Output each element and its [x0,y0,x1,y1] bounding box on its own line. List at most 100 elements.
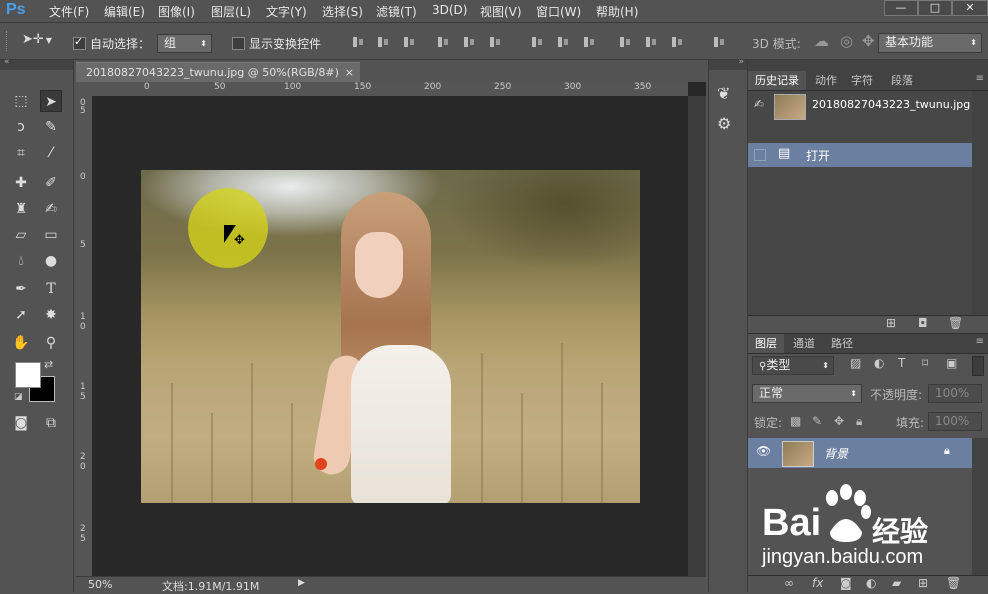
trash-icon[interactable]: 🗑︎ [948,316,963,330]
quick-mask-icon[interactable]: ◙ [10,412,32,434]
3d-roll-icon[interactable]: ◎ [840,32,853,50]
right-dock-header[interactable] [748,60,988,71]
align-hcenter-icon[interactable] [462,35,476,49]
3d-orbit-icon[interactable]: ☁ [814,32,829,50]
new-layer-icon[interactable]: ⊞ [918,576,928,590]
blur-tool-icon[interactable]: 💧︎ [10,250,32,272]
filter-type-icon[interactable]: T [898,356,905,370]
menu-help[interactable]: 帮助(H) [596,3,638,20]
new-group-icon[interactable]: ▰ [892,576,901,590]
history-brush-tool-icon[interactable]: ✍ [40,198,62,220]
lock-position-icon[interactable]: ✥ [834,414,844,428]
default-colors-icon[interactable]: ◪ [14,392,23,402]
close-button[interactable]: ✕ [952,0,988,16]
foreground-color-swatch[interactable] [15,362,41,388]
lock-all-icon[interactable]: 🔒︎ [856,414,862,429]
workspace-dropdown[interactable]: 基本功能 ⬍ [878,33,982,53]
ruler-origin[interactable] [76,82,92,96]
eyedropper-tool-icon[interactable]: ⁄ [40,142,62,164]
status-menu-arrow-icon[interactable]: ▶ [298,578,305,588]
history-state[interactable]: ▤ 打开 [748,143,972,167]
menu-window[interactable]: 窗口(W) [536,3,581,20]
align-bottom-icon[interactable] [402,35,416,49]
distribute-left-icon[interactable] [618,35,632,49]
crop-tool-icon[interactable]: ⌗ [10,142,32,164]
document-tab[interactable]: 20180827043223_twunu.jpg @ 50%(RGB/8#) × [76,62,360,82]
distribute-hcenter-icon[interactable] [644,35,658,49]
marquee-tool-icon[interactable]: ⬚ [10,90,32,112]
panel-menu-icon[interactable]: ≡ [976,336,984,347]
tab-layers[interactable]: 图层 [748,334,784,353]
lock-image-icon[interactable]: ✎ [812,414,822,428]
move-tool-icon[interactable]: ➤ [40,90,62,112]
fill-input[interactable]: 100% [928,412,982,431]
history-brush-source-icon[interactable]: ✍ [754,97,764,111]
auto-align-icon[interactable] [712,35,726,49]
menu-3d[interactable]: 3D(D) [432,3,467,17]
auto-select-dropdown[interactable]: 组 ⬍ [157,34,212,53]
tab-channels[interactable]: 通道 [786,334,822,353]
tab-paragraph[interactable]: 段落 [884,71,920,90]
history-snapshot[interactable]: ✍ 20180827043223_twunu.jpg [748,91,988,121]
type-tool-icon[interactable]: T [40,278,62,300]
distribute-bottom-icon[interactable] [582,35,596,49]
hand-tool-icon[interactable]: ✋ [10,332,32,354]
filter-toggle[interactable] [972,356,984,376]
menu-layer[interactable]: 图层(L) [211,3,251,20]
options-grip[interactable] [6,31,11,51]
vertical-scrollbar[interactable] [688,96,706,576]
history-source-checkbox[interactable] [754,149,766,161]
new-document-from-state-icon[interactable]: ⊞ [886,316,896,330]
adjustment-layer-icon[interactable]: ◐ [866,576,876,590]
menu-view[interactable]: 视图(V) [480,3,522,20]
blend-mode-dropdown[interactable]: 正常 ⬍ [752,384,862,403]
quick-select-tool-icon[interactable]: ✎ [40,116,62,138]
screen-mode-icon[interactable]: ⧉ [40,412,62,434]
brush-tool-icon[interactable]: ✐ [40,172,62,194]
opacity-input[interactable]: 100% [928,384,982,403]
history-scrollbar[interactable] [972,91,988,315]
panel-menu-icon[interactable]: ≡ [976,73,984,84]
distribute-top-icon[interactable] [530,35,544,49]
align-top-icon[interactable] [351,35,365,49]
layer-row[interactable]: 👁︎ 背景 🔒︎ [748,438,972,468]
camera-icon[interactable]: ◘ [918,316,928,330]
filter-shape-icon[interactable]: ⌑ [922,356,928,370]
zoom-level[interactable]: 50% [88,578,112,591]
distribute-right-icon[interactable] [670,35,684,49]
link-layers-icon[interactable]: ∞ [784,576,794,590]
move-tool-preset-picker[interactable]: ➤✛ ▼ [22,32,62,50]
layer-style-icon[interactable]: fx [812,576,823,590]
align-right-icon[interactable] [488,35,502,49]
delete-layer-icon[interactable]: 🗑︎ [946,576,961,590]
filter-pixel-icon[interactable]: ▨ [850,356,861,370]
tools-panel-header[interactable]: « [0,57,73,70]
align-vcenter-icon[interactable] [376,35,390,49]
eraser-tool-icon[interactable]: ▱ [10,224,32,246]
layer-mask-icon[interactable]: ◙ [840,576,852,590]
tab-character[interactable]: 字符 [844,71,880,90]
swap-colors-icon[interactable]: ⇄ [44,358,53,371]
gradient-tool-icon[interactable]: ▭ [40,224,62,246]
pen-tool-icon[interactable]: ✒ [10,278,32,300]
menu-edit[interactable]: 编辑(E) [104,3,145,20]
tab-actions[interactable]: 动作 [808,71,844,90]
menu-filter[interactable]: 滤镜(T) [376,3,417,20]
show-transform-checkbox[interactable] [232,37,245,50]
auto-select-checkbox[interactable]: ✓ [73,35,86,50]
distribute-vcenter-icon[interactable] [556,35,570,49]
tab-paths[interactable]: 路径 [824,334,860,353]
clone-stamp-tool-icon[interactable]: ♜ [10,198,32,220]
layer-name[interactable]: 背景 [824,445,848,462]
dodge-tool-icon[interactable]: ● [40,250,62,272]
eye-visibility-icon[interactable]: 👁︎ [756,444,771,458]
menu-image[interactable]: 图像(I) [158,3,195,20]
3d-pan-icon[interactable]: ✥ [862,32,875,50]
layer-filter-dropdown[interactable]: ⚲类型 ⬍ [752,356,834,375]
maximize-button[interactable]: □ [918,0,952,16]
path-select-tool-icon[interactable]: ➚ [10,304,32,326]
dock-header[interactable]: » [709,57,747,70]
filter-adjustment-icon[interactable]: ◐ [874,356,884,370]
filter-smart-object-icon[interactable]: ▣ [946,356,957,370]
lock-transparent-icon[interactable]: ▩ [790,414,801,428]
